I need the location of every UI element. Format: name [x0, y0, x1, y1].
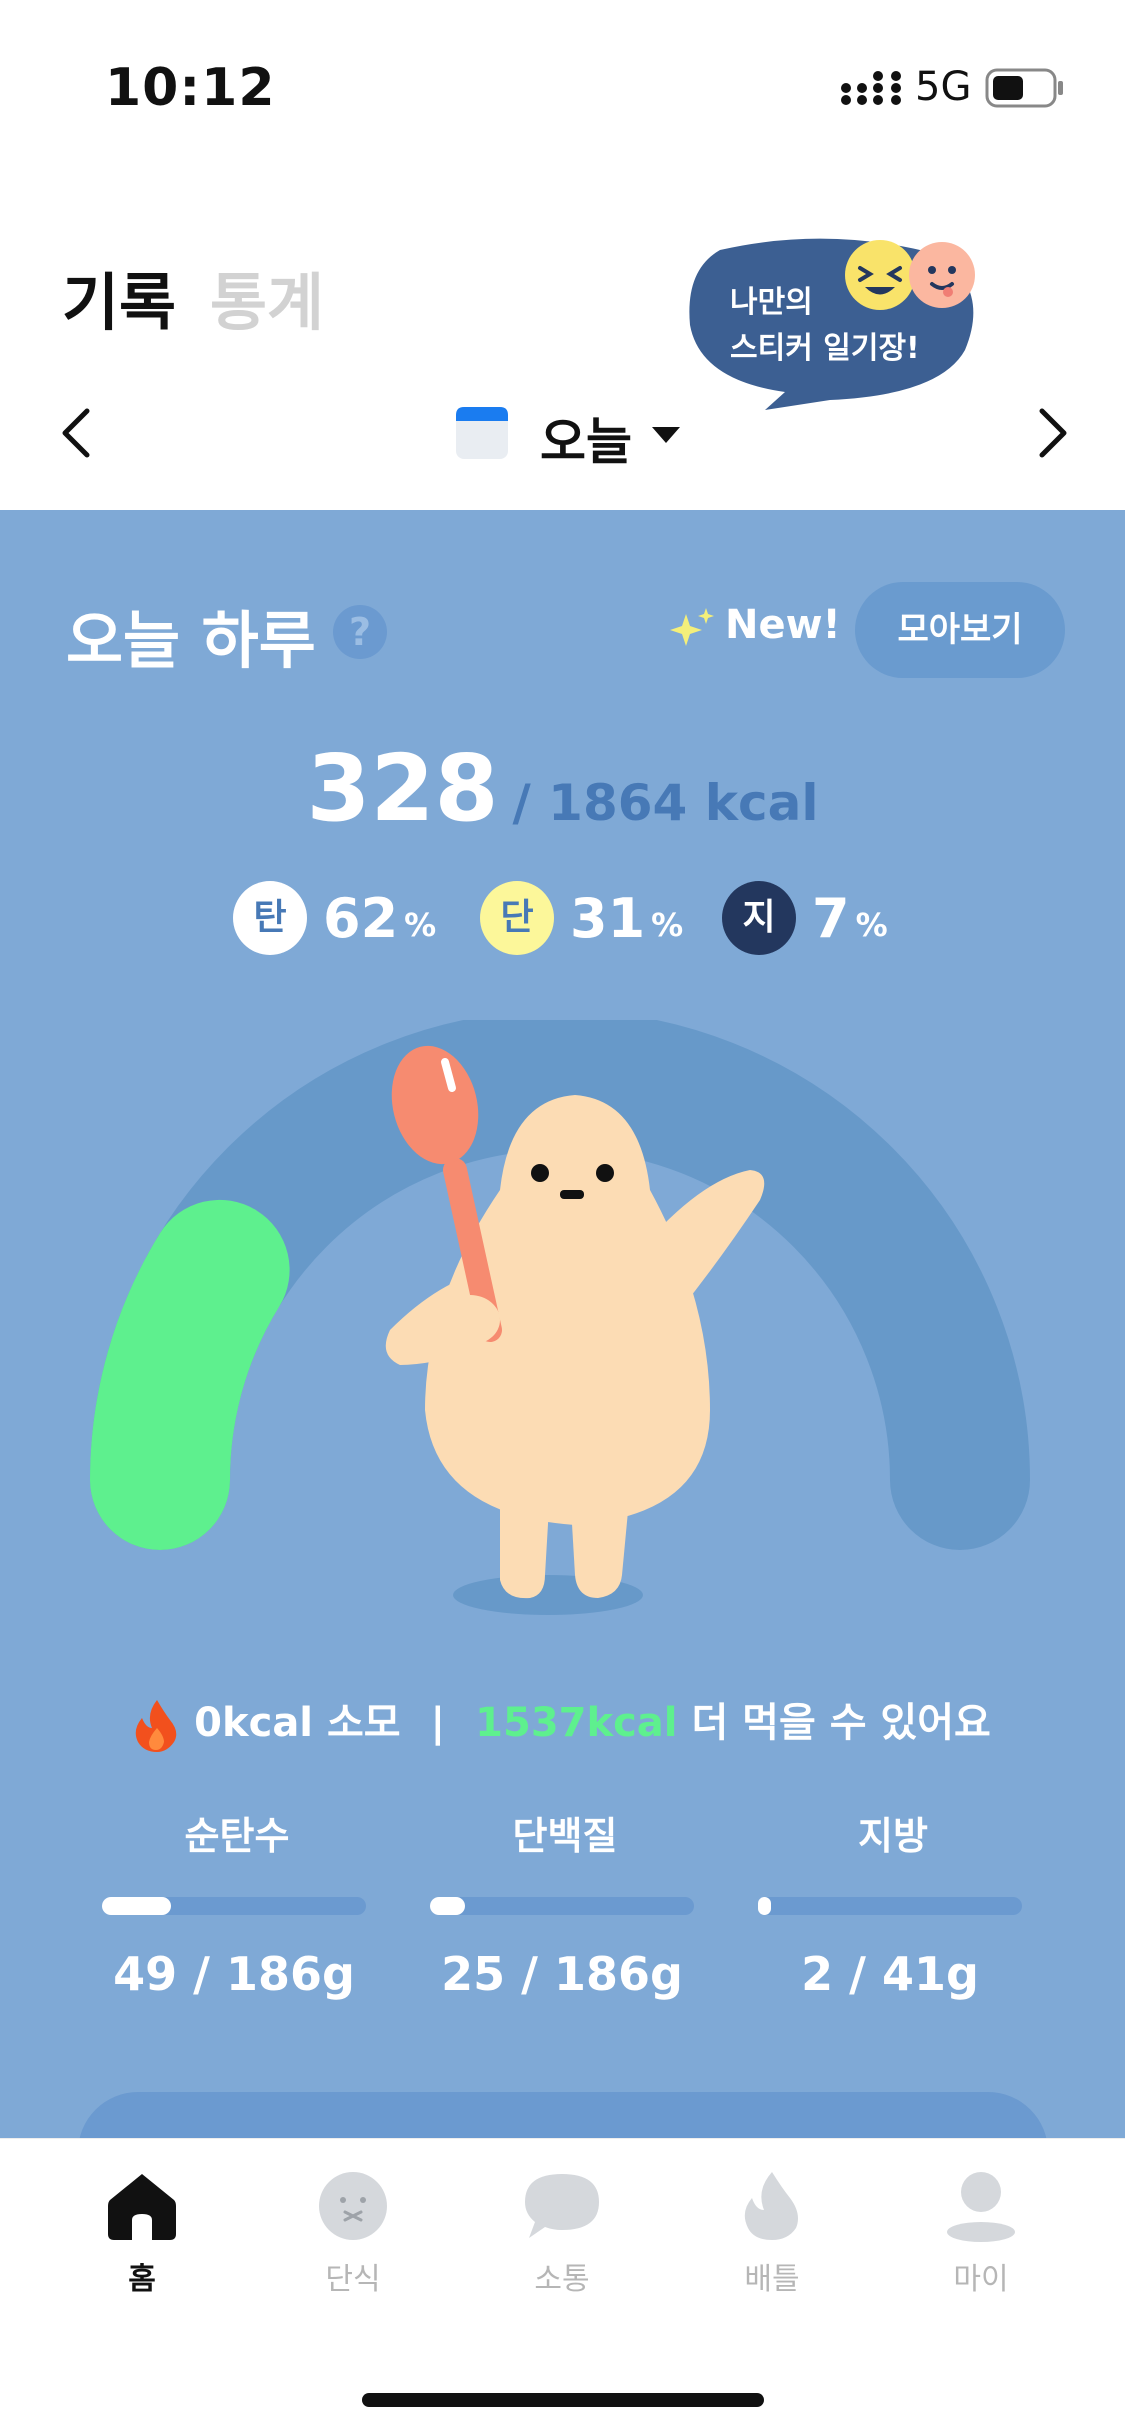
profile-icon	[947, 2172, 1015, 2242]
tab-record[interactable]: 기록	[62, 252, 176, 342]
kcal-summary: 328/ 1864 kcal	[0, 735, 1125, 842]
nav-home[interactable]: 홈	[72, 2170, 212, 2298]
protein-ratio: 단 31 %	[480, 880, 683, 956]
fat-percent-unit: %	[855, 906, 888, 944]
fat-percent: 7	[812, 886, 850, 950]
nav-label: 홈	[128, 2262, 156, 2297]
nutrient-label: 단백질	[512, 1814, 618, 1858]
nutrient-amount: 25 / 186g	[441, 1947, 683, 2001]
nutrient-label: 지방	[858, 1814, 928, 1858]
nav-fasting[interactable]: 단식	[283, 2170, 423, 2298]
nutrient-progress-track	[102, 1897, 366, 1915]
battery-icon	[985, 68, 1063, 108]
calendar-icon[interactable]	[456, 407, 508, 459]
nutrient-carb: 순탄수 49 / 186g	[102, 1805, 372, 2001]
carb-badge: 탄	[233, 881, 307, 955]
nutrient-amount: 49 / 186g	[113, 1947, 355, 2001]
protein-percent-unit: %	[651, 906, 684, 944]
date-label[interactable]: 오늘	[540, 402, 632, 474]
view-collection-button[interactable]: 모아보기	[855, 582, 1065, 678]
home-indicator[interactable]	[362, 2393, 764, 2407]
mascot-left-eye	[531, 1164, 549, 1182]
kcal-consumed: 328	[306, 735, 499, 842]
chevron-right-icon[interactable]	[1030, 405, 1074, 461]
nutrient-amount: 2 / 41g	[801, 1947, 979, 2001]
gauge-fill	[90, 1199, 290, 1550]
calorie-gauge	[90, 1020, 1030, 1615]
nav-label: 단식	[325, 2262, 381, 2297]
carb-percent-unit: %	[404, 906, 437, 944]
nav-community[interactable]: 소통	[492, 2170, 632, 2298]
sticker-diary-line1: 나만의	[730, 285, 813, 320]
calorie-balance-row: 0kcal 소모 | 1537kcal 더 먹을 수 있어요	[0, 1690, 1125, 1752]
flame-icon	[744, 2172, 798, 2240]
nav-label: 마이	[953, 2262, 1009, 2297]
chevron-left-icon[interactable]	[55, 405, 99, 461]
nav-label: 배틀	[744, 2262, 800, 2297]
carb-ratio: 탄 62 %	[233, 880, 436, 956]
remaining-text: 더 먹을 수 있어요	[691, 1700, 991, 1746]
fire-icon	[135, 1700, 177, 1752]
network-label: 5G	[915, 64, 972, 110]
sticker-diary-line2: 스티커 일기장!	[730, 331, 920, 366]
mascot-mouth	[560, 1190, 584, 1199]
burned-calories: 0kcal 소모	[194, 1700, 401, 1746]
signal-icon	[841, 71, 901, 105]
nutrient-progress-track	[430, 1897, 694, 1915]
nutrient-label: 순탄수	[184, 1814, 290, 1858]
kcal-goal: / 1864 kcal	[512, 774, 819, 832]
status-bar: 10:12 5G	[0, 0, 1125, 150]
status-time: 10:12	[105, 58, 276, 118]
protein-percent: 31	[570, 886, 646, 950]
nutrient-progress-fill	[758, 1897, 771, 1915]
sparkle-icon	[670, 608, 714, 646]
fat-ratio: 지 7 %	[722, 880, 888, 956]
home-icon	[108, 2174, 176, 2240]
tab-stats[interactable]: 통계	[210, 252, 324, 342]
remaining-calories: 1537kcal	[475, 1700, 678, 1746]
nav-label: 소통	[534, 2262, 590, 2297]
chat-bubble-icon	[525, 2174, 599, 2238]
fasting-face-icon	[319, 2172, 387, 2240]
sticker-diary-text: 나만의 스티커 일기장!	[730, 280, 970, 372]
mascot-right-eye	[596, 1164, 614, 1182]
fat-badge: 지	[722, 881, 796, 955]
nutrient-progress-fill	[430, 1897, 466, 1915]
separator: |	[430, 1700, 446, 1746]
mascot-hand	[440, 1295, 500, 1345]
nutrient-progress-fill	[102, 1897, 172, 1915]
protein-badge: 단	[480, 881, 554, 955]
carb-percent: 62	[323, 886, 399, 950]
nav-my[interactable]: 마이	[911, 2170, 1051, 2298]
nutrient-progress-track	[758, 1897, 1022, 1915]
nav-battle[interactable]: 배틀	[702, 2170, 842, 2298]
caret-down-icon[interactable]	[650, 425, 682, 445]
nutrient-fat: 지방 2 / 41g	[758, 1805, 1028, 2001]
day-summary-title: 오늘 하루	[66, 604, 316, 677]
help-icon[interactable]: ?	[333, 605, 387, 659]
nutrient-protein: 단백질 25 / 186g	[430, 1805, 700, 2001]
new-badge: New!	[725, 602, 841, 648]
